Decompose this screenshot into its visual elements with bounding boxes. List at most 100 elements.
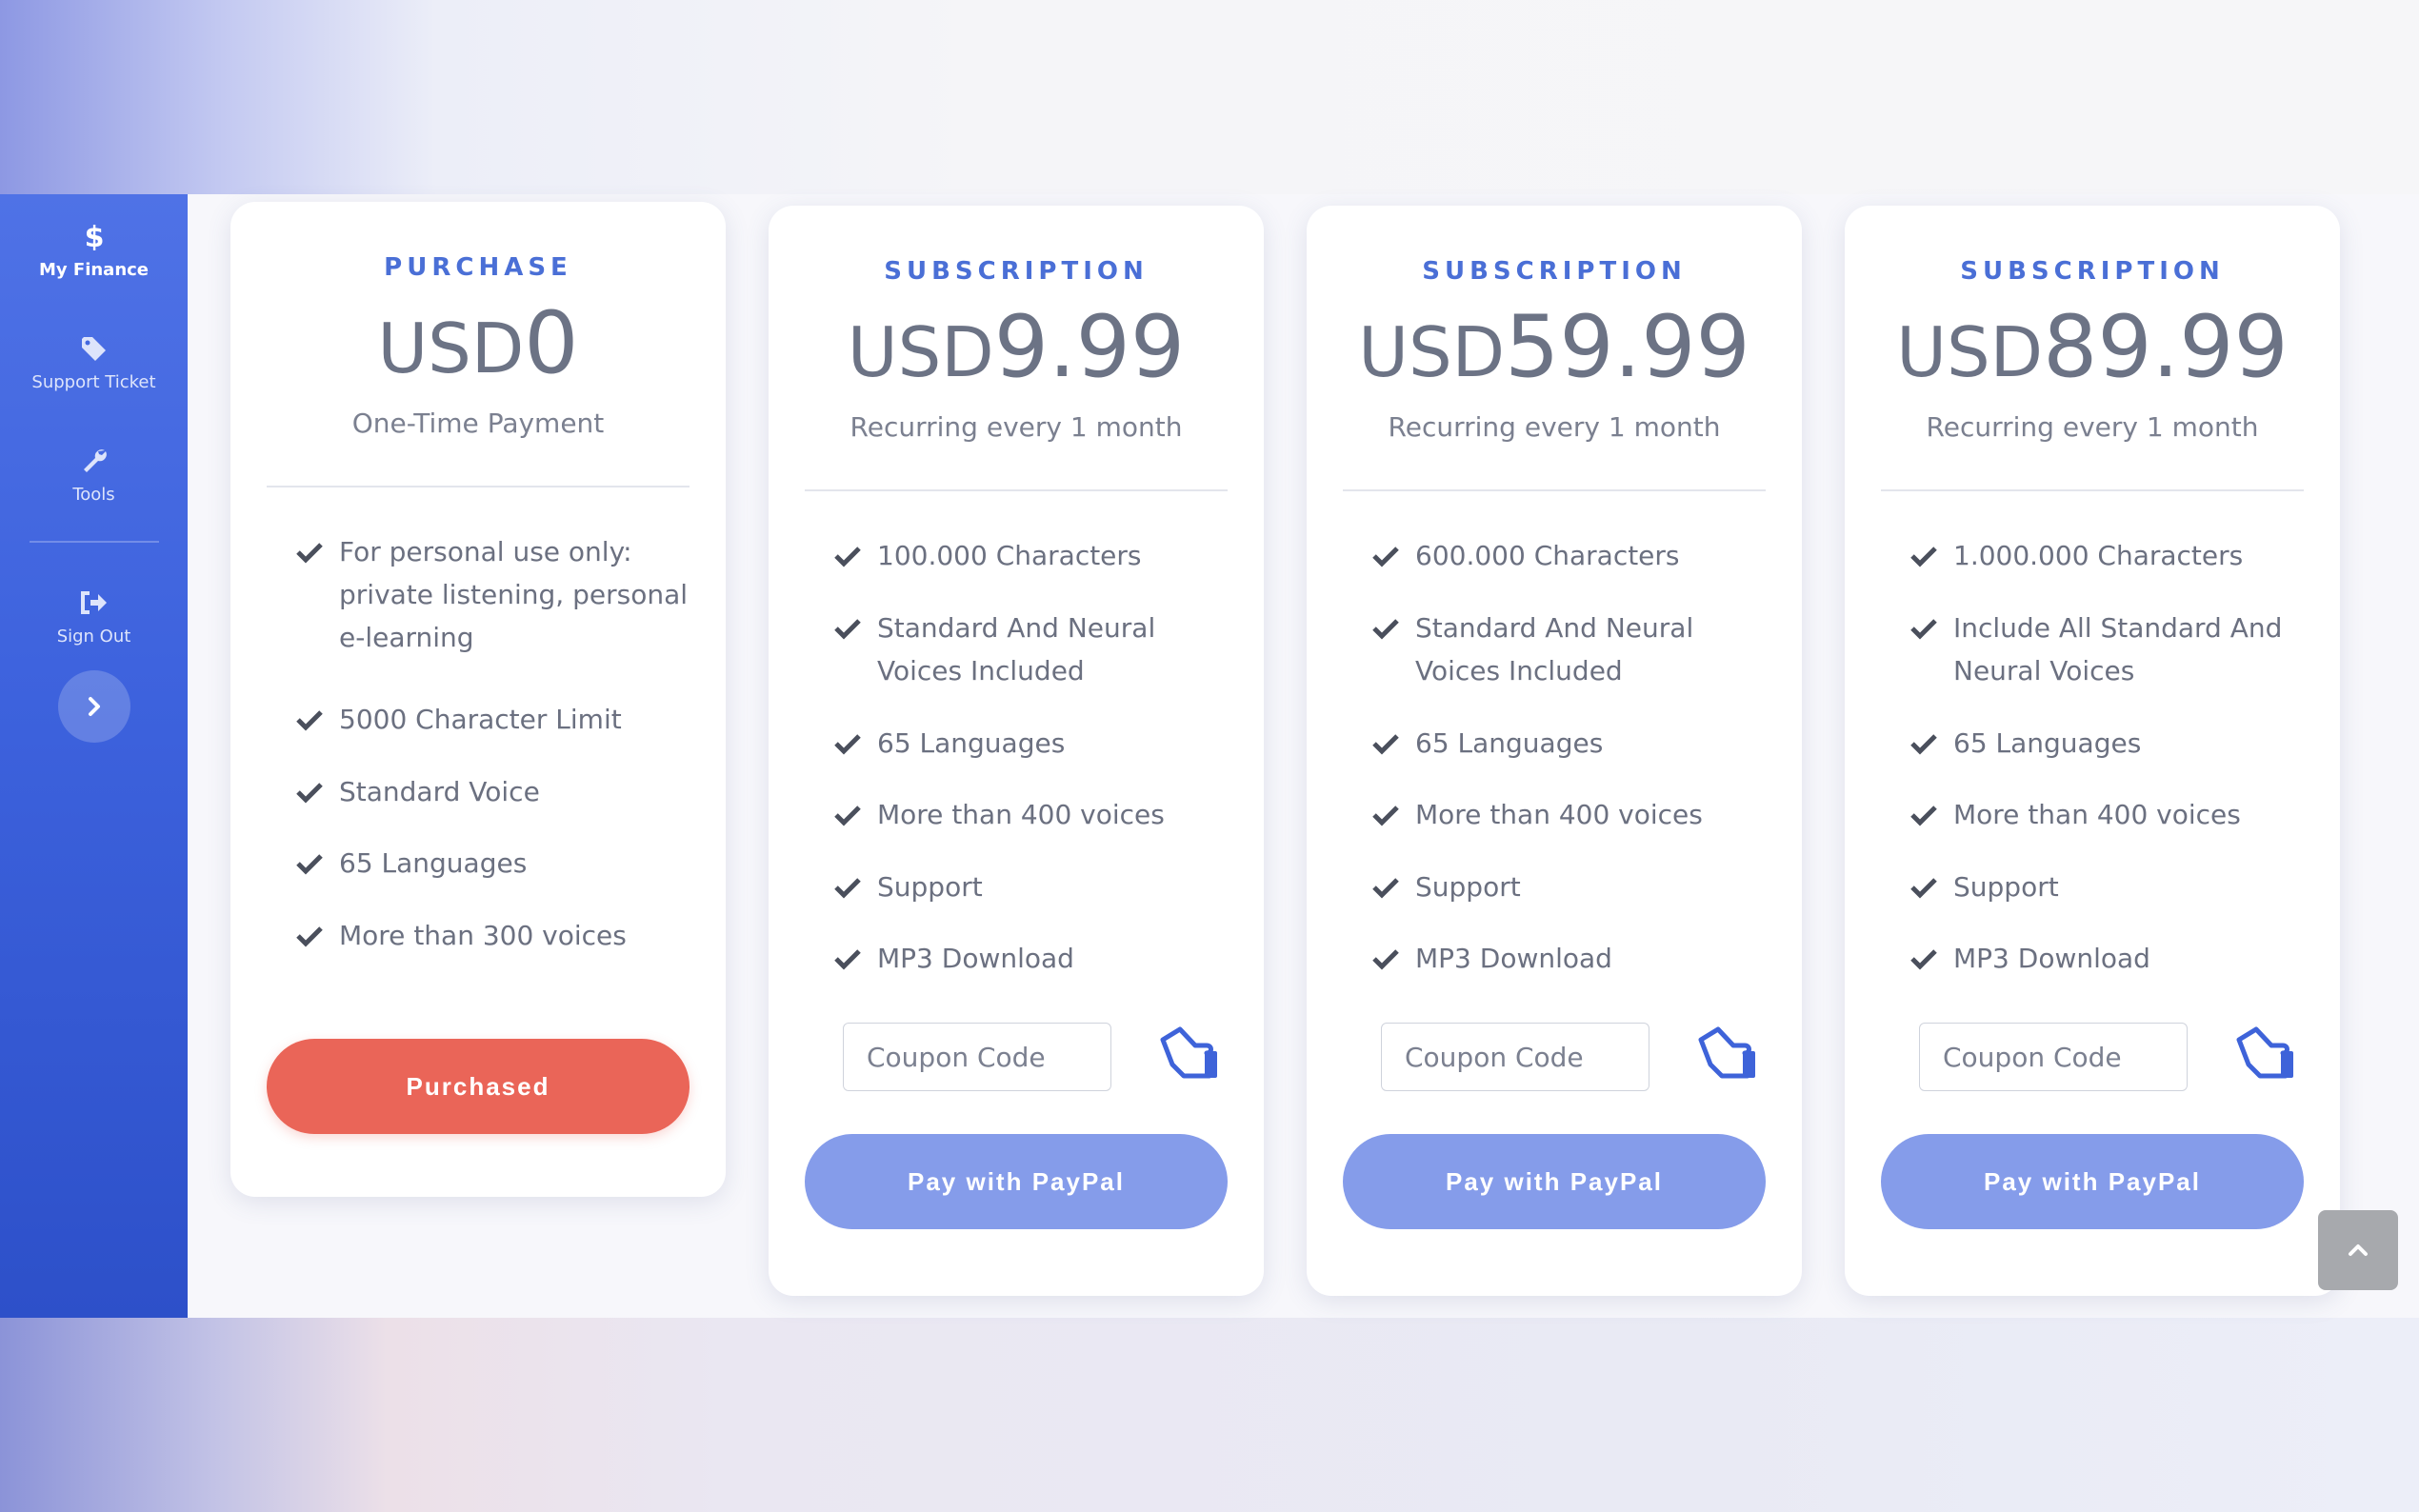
feature-text: MP3 Download (1953, 943, 2150, 974)
coupon-code-input[interactable] (1919, 1023, 2188, 1091)
check-icon (833, 722, 877, 765)
sidebar-item-label: Support Ticket (31, 371, 156, 392)
feature-item: Support (1371, 865, 1771, 908)
plan-currency: USD (847, 312, 994, 392)
feature-text: Standard And Neural Voices Included (877, 612, 1156, 686)
sign-out-icon (80, 588, 109, 617)
plan-divider (267, 486, 690, 487)
feature-item: MP3 Download (1371, 937, 1771, 980)
feature-text: 5000 Character Limit (339, 704, 622, 735)
feature-text: 65 Languages (1415, 727, 1604, 759)
check-icon (295, 530, 339, 573)
feature-item: Include All Standard And Neural Voices (1909, 607, 2309, 692)
sidebar-item-my-finance[interactable]: $ My Finance (0, 194, 188, 307)
check-icon (1909, 607, 1953, 649)
plan-amount: 59.99 (1505, 297, 1750, 397)
feature-item: For personal use only: private listening… (295, 530, 695, 659)
feature-text: More than 400 voices (1953, 799, 2241, 830)
check-icon (833, 534, 877, 577)
main-area: $ My Finance Support Ticket Tools Sign O… (0, 194, 2419, 1318)
chevron-up-icon (2349, 1244, 2368, 1256)
check-icon (1371, 937, 1415, 980)
pay-with-paypal-button[interactable]: Pay with PayPal (1343, 1134, 1766, 1229)
plan-divider (1881, 489, 2304, 491)
feature-item: More than 400 voices (833, 793, 1233, 836)
feature-item: 65 Languages (833, 722, 1233, 765)
feature-text: 65 Languages (1953, 727, 2142, 759)
dollar-icon: $ (85, 222, 104, 250)
sidebar-item-tools[interactable]: Tools (0, 419, 188, 531)
plan-card-premium: SUBSCRIPTION USD89.99 Recurring every 1 … (1845, 206, 2340, 1296)
feature-item: MP3 Download (833, 937, 1233, 980)
check-icon (295, 914, 339, 957)
check-icon (833, 865, 877, 908)
plan-divider (1343, 489, 1766, 491)
plan-period: Recurring every 1 month (1926, 411, 2259, 443)
plan-card-free: PURCHASE USD0 One-Time Payment For perso… (230, 202, 726, 1197)
feature-item: 65 Languages (1909, 722, 2309, 765)
feature-item: 600.000 Characters (1371, 534, 1771, 577)
check-icon (833, 793, 877, 836)
feature-item: Support (833, 865, 1233, 908)
plan-period: One-Time Payment (351, 408, 605, 439)
purchased-button[interactable]: Purchased (267, 1039, 690, 1134)
check-icon (1371, 534, 1415, 577)
check-icon (1909, 722, 1953, 765)
hand-point-right-icon[interactable] (1695, 1026, 1758, 1085)
plan-amount: 89.99 (2043, 297, 2289, 397)
plan-price: USD59.99 (1307, 297, 1802, 397)
plan-currency: USD (1896, 312, 2044, 392)
feature-text: More than 400 voices (1415, 799, 1703, 830)
feature-item: More than 400 voices (1371, 793, 1771, 836)
pay-with-paypal-button[interactable]: Pay with PayPal (805, 1134, 1228, 1229)
plan-price: USD0 (230, 293, 726, 393)
feature-item: MP3 Download (1909, 937, 2309, 980)
wrench-icon (80, 447, 109, 475)
feature-text: 65 Languages (877, 727, 1066, 759)
plan-card-standard: SUBSCRIPTION USD59.99 Recurring every 1 … (1307, 206, 1802, 1296)
sidebar: $ My Finance Support Ticket Tools Sign O… (0, 194, 188, 1318)
background-bottom (0, 1318, 2419, 1512)
plan-period: Recurring every 1 month (850, 411, 1183, 443)
pay-with-paypal-button[interactable]: Pay with PayPal (1881, 1134, 2304, 1229)
feature-text: 1.000.000 Characters (1953, 540, 2244, 571)
hand-point-right-icon[interactable] (2233, 1026, 2296, 1085)
feature-text: Support (877, 871, 983, 903)
plan-type: PURCHASE (384, 253, 572, 282)
feature-text: More than 300 voices (339, 920, 627, 951)
background-top (0, 0, 2419, 194)
feature-item: Standard Voice (295, 770, 695, 813)
feature-text: MP3 Download (877, 943, 1074, 974)
check-icon (1909, 793, 1953, 836)
check-icon (1371, 793, 1415, 836)
plan-period: Recurring every 1 month (1388, 411, 1721, 443)
feature-text: 100.000 Characters (877, 540, 1142, 571)
check-icon (295, 698, 339, 741)
feature-text: More than 400 voices (877, 799, 1165, 830)
plan-divider (805, 489, 1228, 491)
feature-item: 100.000 Characters (833, 534, 1233, 577)
check-icon (295, 770, 339, 813)
chevron-right-icon (88, 697, 100, 716)
feature-item: 65 Languages (1371, 722, 1771, 765)
hand-point-right-icon[interactable] (1157, 1026, 1220, 1085)
feature-item: Standard And Neural Voices Included (1371, 607, 1771, 692)
check-icon (1371, 865, 1415, 908)
check-icon (1909, 937, 1953, 980)
feature-item: 1.000.000 Characters (1909, 534, 2309, 577)
sidebar-toggle-button[interactable] (57, 670, 130, 743)
sidebar-item-support-ticket[interactable]: Support Ticket (0, 307, 188, 419)
sidebar-item-label: Tools (72, 484, 115, 505)
plan-card-basic: SUBSCRIPTION USD9.99 Recurring every 1 m… (769, 206, 1264, 1296)
check-icon (833, 607, 877, 649)
check-icon (1371, 722, 1415, 765)
sidebar-item-sign-out[interactable]: Sign Out (0, 571, 188, 663)
feature-text: Standard Voice (339, 776, 540, 807)
feature-item: More than 400 voices (1909, 793, 2309, 836)
feature-text: Standard And Neural Voices Included (1415, 612, 1694, 686)
feature-text: 65 Languages (339, 847, 528, 879)
coupon-code-input[interactable] (1381, 1023, 1649, 1091)
scroll-to-top-button[interactable] (2318, 1210, 2398, 1290)
coupon-code-input[interactable] (843, 1023, 1111, 1091)
check-icon (1371, 607, 1415, 649)
